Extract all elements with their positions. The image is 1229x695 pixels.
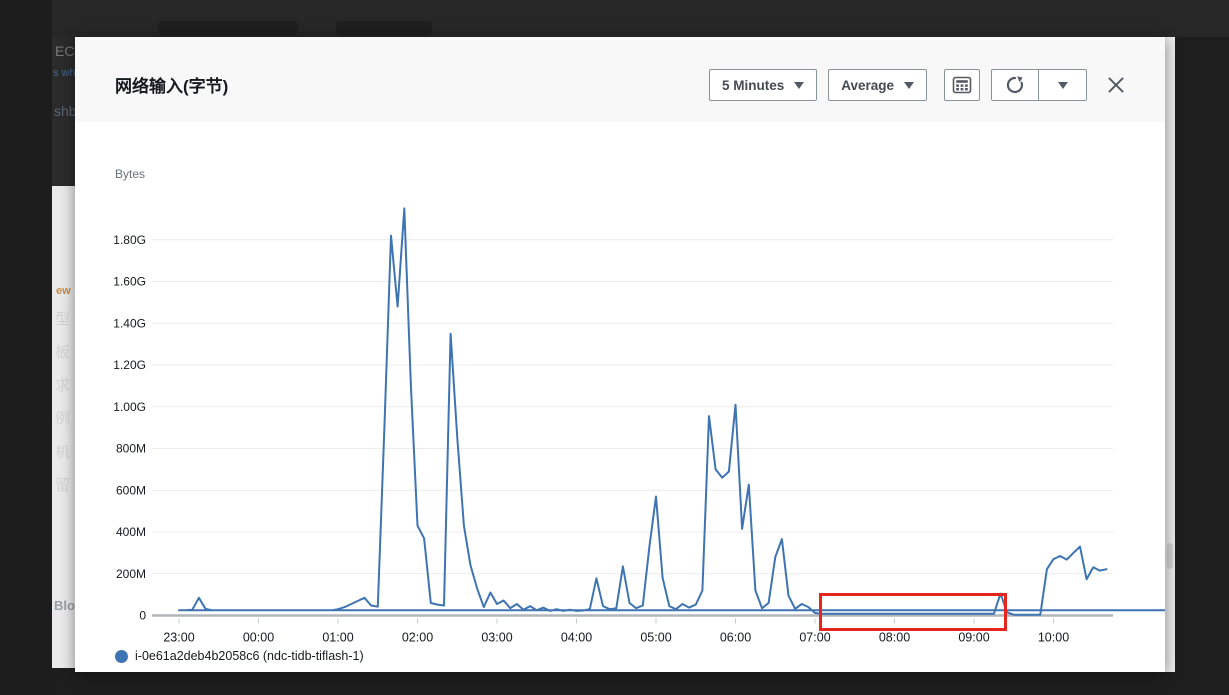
page-background: EC2 D s wha shb ew 型 板 求 例 机 留 Blo 网络输入(…: [0, 0, 1229, 695]
svg-text:08:00: 08:00: [879, 631, 910, 645]
svg-text:02:00: 02:00: [402, 631, 433, 645]
dimmed-nav-item: 板: [55, 344, 71, 361]
red-annotation-box: [818, 592, 1008, 632]
scrollbar-thumb[interactable]: [1167, 543, 1173, 569]
browser-top-strip: [0, 0, 1229, 37]
dimmed-page-right-edge: [1165, 37, 1175, 672]
dimmed-text: shb: [54, 103, 75, 119]
dimmed-tab: [158, 21, 298, 35]
svg-text:1.40G: 1.40G: [113, 316, 146, 330]
svg-text:05:00: 05:00: [640, 631, 671, 645]
svg-text:09:00: 09:00: [958, 631, 989, 645]
svg-text:0: 0: [139, 609, 146, 623]
legend-label: i-0e61a2deb4b2058c6 (ndc-tidb-tiflash-1): [135, 649, 364, 663]
dimmed-nav-item: 求: [55, 377, 71, 394]
svg-text:03:00: 03:00: [481, 631, 512, 645]
svg-text:800M: 800M: [116, 442, 146, 456]
window-left-edge: [0, 0, 52, 695]
dimmed-nav-item: 型: [55, 311, 71, 328]
dimmed-badge: ew: [56, 285, 71, 297]
svg-text:23:00: 23:00: [163, 631, 194, 645]
svg-text:600M: 600M: [116, 483, 146, 497]
dimmed-nav-top: EC2 D s wha shb: [52, 37, 75, 186]
svg-text:1.60G: 1.60G: [113, 275, 146, 289]
svg-text:06:00: 06:00: [720, 631, 751, 645]
svg-text:400M: 400M: [116, 525, 146, 539]
dimmed-tab: [336, 21, 432, 35]
legend-color-dot: [115, 649, 128, 663]
dimmed-sidebar: ew 型 板 求 例 机 留 Blo: [52, 186, 75, 668]
dimmed-nav-item: 机: [55, 444, 71, 461]
dimmed-nav-item: 例: [55, 410, 71, 427]
svg-text:07:00: 07:00: [799, 631, 830, 645]
svg-text:1.20G: 1.20G: [113, 358, 146, 372]
svg-text:10:00: 10:00: [1038, 631, 1069, 645]
metric-dialog: 网络输入(字节) 5 Minutes Average Bytes 0 200M …: [75, 37, 1165, 672]
svg-text:1.80G: 1.80G: [113, 233, 146, 247]
dimmed-nav-item: 留: [55, 477, 71, 494]
svg-text:01:00: 01:00: [322, 631, 353, 645]
svg-text:00:00: 00:00: [243, 631, 274, 645]
svg-text:1.00G: 1.00G: [113, 400, 146, 414]
svg-text:200M: 200M: [116, 567, 146, 581]
dimmed-text: EC2 D: [55, 43, 75, 59]
svg-text:04:00: 04:00: [561, 631, 592, 645]
chart-legend[interactable]: i-0e61a2deb4b2058c6 (ndc-tidb-tiflash-1): [115, 649, 364, 663]
dimmed-text: Blo: [54, 598, 75, 613]
network-in-chart[interactable]: 0 200M 400M 600M 800M 1.00G 1.20G 1.40G 1.60G 1.8…: [75, 37, 1165, 672]
dimmed-text: s wha: [53, 67, 75, 79]
